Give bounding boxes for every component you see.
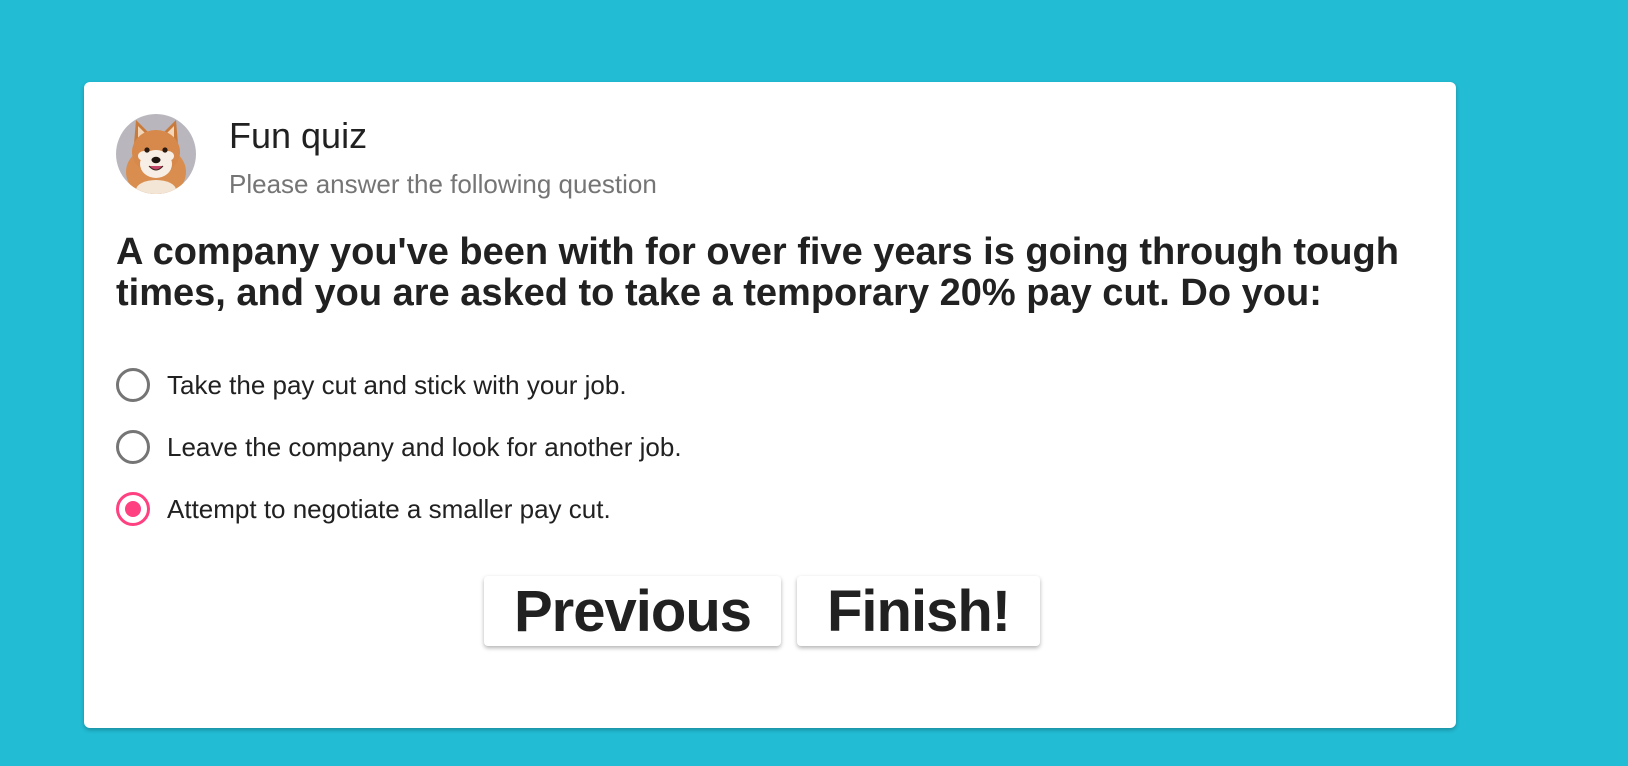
page-title: Fun quiz (229, 115, 368, 156)
radio-button[interactable] (116, 492, 150, 526)
navigation-buttons: Previous Finish! (484, 576, 1056, 646)
answer-option-label: Attempt to negotiate a smaller pay cut. (167, 494, 611, 524)
answer-options: Take the pay cut and stick with your job… (116, 354, 682, 540)
question-text: A company you've been with for over five… (116, 231, 1399, 314)
previous-button[interactable]: Previous (484, 576, 781, 646)
answer-option[interactable]: Attempt to negotiate a smaller pay cut. (116, 478, 682, 540)
answer-option[interactable]: Take the pay cut and stick with your job… (116, 354, 682, 416)
answer-option-label: Leave the company and look for another j… (167, 432, 682, 462)
radio-button[interactable] (116, 430, 150, 464)
page-subtitle: Please answer the following question (229, 169, 657, 199)
answer-option[interactable]: Leave the company and look for another j… (116, 416, 682, 478)
finish-button[interactable]: Finish! (797, 576, 1041, 646)
quiz-card: Fun quiz Please answer the following que… (84, 82, 1456, 728)
card-header: Fun quiz Please answer the following que… (116, 114, 657, 200)
header-titles: Fun quiz Please answer the following que… (229, 114, 657, 200)
dog-avatar-icon (116, 114, 196, 194)
avatar (116, 114, 196, 194)
answer-option-label: Take the pay cut and stick with your job… (167, 370, 627, 400)
radio-button[interactable] (116, 368, 150, 402)
